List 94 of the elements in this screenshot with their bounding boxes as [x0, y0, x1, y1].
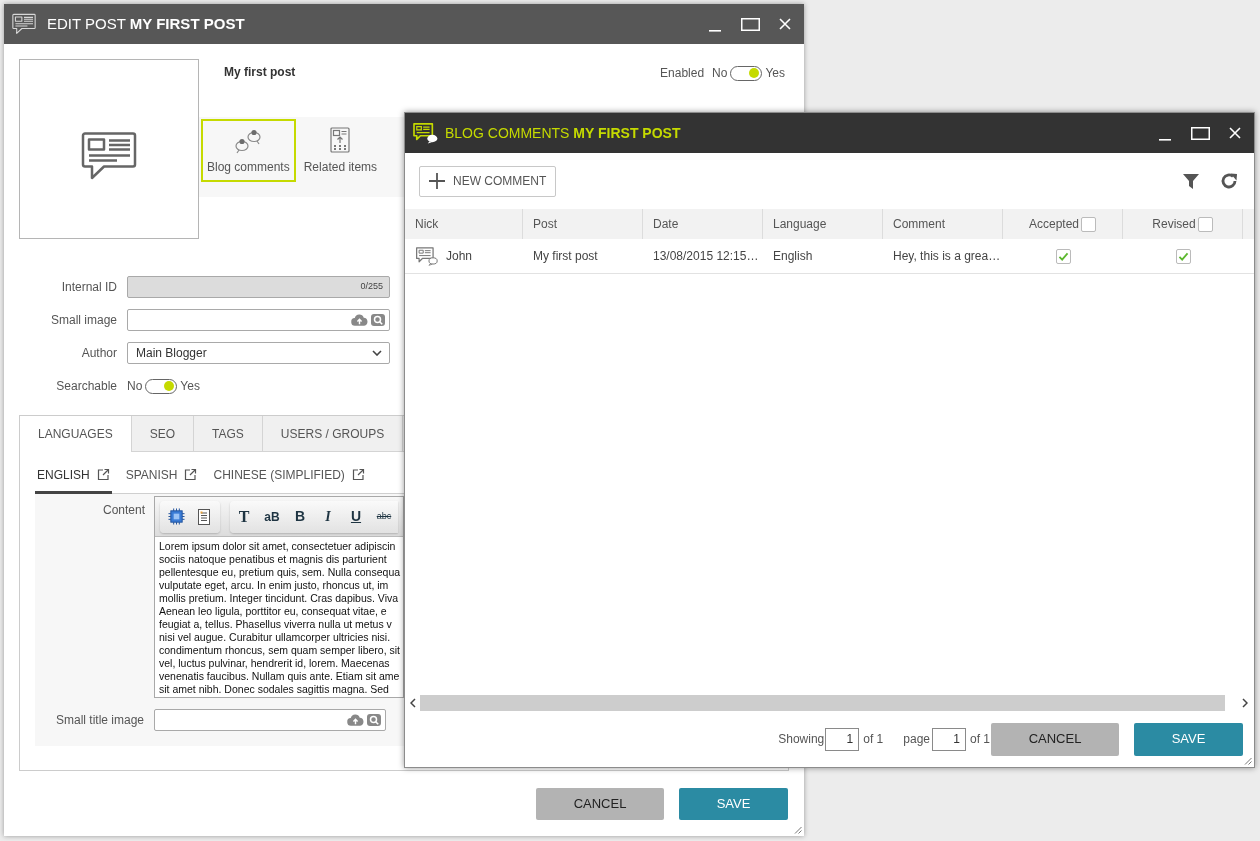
document-icon: [198, 508, 210, 525]
checkbox[interactable]: [1197, 216, 1213, 232]
new-comment-button[interactable]: NEW COMMENT: [419, 165, 557, 197]
external-link-icon: [96, 468, 110, 481]
action-button[interactable]: Related items: [297, 119, 384, 182]
plus-icon: [429, 173, 445, 189]
file-field[interactable]: [127, 309, 390, 331]
comments-icon: [412, 122, 438, 144]
cancel-button[interactable]: CANCEL: [536, 788, 664, 820]
content-field[interactable]: Lorem ipsum dolor sit amet, consectetuer adipiscin sociis natoque penatibus et magnis dis parturient pellentesque eu, pretium quis, sem. Nulla consequa vulputate eget, arcu. In enim justo, rhoncus ut, im mollis pretium. Integer tincidunt. Cras dapibus. Viva Aenean leo ligula, porttitor eu, consequat vitae, e feugiat a, tellus. Phasellus viverra nulla ut metus v nisi vel augue. Curabitur ullamcorper ultricies nisi. condimentum rhoncus, sem quam semper libero, sit vel, luctus pulvinar, hendrerit id, lorem. Maecenas venenatis faucibus. Nullam quis ante. Etiam sit ame sit amet nibh. Donec sodales sagittis magna. Sed: [155, 537, 403, 697]
table-cell-text: Hey, this is a grea…: [893, 248, 1001, 265]
checkbox[interactable]: [1081, 216, 1096, 232]
toolbar-button[interactable]: T: [230, 503, 258, 530]
check-icon: [1177, 251, 1189, 261]
field-label: Small image: [49, 312, 117, 329]
action-button[interactable]: Blog comments: [201, 119, 296, 182]
switch-label: No: [712, 65, 728, 82]
checkbox[interactable]: [1055, 248, 1071, 264]
tab[interactable]: SEO: [131, 416, 195, 452]
field-label: Internal ID: [60, 279, 117, 296]
page-field[interactable]: 1: [932, 727, 966, 751]
news-icon: [81, 131, 137, 181]
switch-label: Yes: [180, 378, 200, 395]
cancel-button[interactable]: CANCEL: [991, 722, 1119, 756]
switch-label: No: [127, 378, 143, 395]
language-tab[interactable]: SPANISH: [123, 458, 200, 494]
table-cell-text: English: [773, 248, 813, 265]
column-header: Language: [773, 216, 827, 233]
pager-label: Showing: [778, 731, 825, 748]
page-field[interactable]: 1: [825, 727, 860, 751]
field-label: Small title image: [54, 712, 144, 729]
column-header: Accepted: [1028, 216, 1079, 233]
cloud-upload-icon[interactable]: [347, 714, 364, 726]
check-icon: [1057, 251, 1069, 261]
table-cell-text: My first post: [533, 248, 598, 265]
resize-grip-icon[interactable]: [794, 826, 802, 834]
minimize-icon: [1159, 139, 1171, 141]
search-icon[interactable]: [371, 314, 385, 326]
chevron-down-icon: [372, 350, 382, 356]
scroll-left-icon[interactable]: [410, 698, 416, 708]
pager-label: page: [903, 731, 930, 748]
toolbar-button[interactable]: U: [342, 503, 370, 530]
column-header: Comment: [893, 216, 945, 233]
maximize-icon: [740, 17, 760, 31]
toolbar-button[interactable]: B: [286, 503, 314, 530]
field-label: Searchable: [55, 378, 117, 395]
tab[interactable]: TAGS: [194, 416, 263, 452]
maximize-icon: [1190, 126, 1210, 140]
external-link-icon: [184, 468, 198, 481]
window-title: EDIT POST MY FIRST POST: [47, 14, 245, 34]
save-button[interactable]: SAVE: [1134, 722, 1243, 756]
window-title: BLOG COMMENTS MY FIRST POST: [445, 123, 681, 143]
news-icon: [12, 13, 36, 35]
tab[interactable]: USERS / GROUPS: [262, 416, 404, 452]
chip-icon: [167, 508, 185, 525]
scroll-right-icon[interactable]: [1242, 698, 1248, 708]
external-link-icon: [351, 468, 365, 481]
column-header: Revised: [1152, 216, 1196, 233]
table-cell-text: 13/08/2015 12:15…: [653, 248, 759, 265]
toolbar-button[interactable]: I: [314, 503, 342, 530]
column-header: Date: [653, 216, 679, 233]
toolbar-button[interactable]: abc: [370, 503, 398, 530]
minimize-icon: [709, 30, 721, 32]
comment-icon: [415, 245, 438, 267]
language-tab[interactable]: CHINESE (SIMPLIFIED): [211, 458, 367, 494]
search-icon[interactable]: [367, 714, 381, 726]
resize-grip-icon[interactable]: [1244, 757, 1252, 765]
cloud-upload-icon[interactable]: [351, 314, 368, 326]
filter-icon[interactable]: [1183, 173, 1199, 189]
field-label: Content: [101, 502, 145, 519]
pager-label: of 1: [970, 731, 990, 748]
column-header: Post: [533, 216, 557, 233]
document-tree-icon: [330, 127, 351, 153]
column-header: Nick: [415, 216, 439, 233]
toggle-switch[interactable]: [145, 378, 178, 394]
switch-label: Yes: [765, 65, 785, 82]
horizontal-scrollbar[interactable]: [420, 695, 1225, 711]
table-cell-text: John: [446, 248, 473, 265]
field-label: Author: [80, 345, 117, 362]
save-button[interactable]: SAVE: [679, 788, 788, 820]
close-icon: [1229, 127, 1241, 139]
chat-bubbles-icon: [233, 127, 264, 154]
pager-label: of 1: [863, 731, 884, 748]
toolbar-button[interactable]: aB: [258, 503, 286, 530]
refresh-icon[interactable]: [1220, 172, 1238, 190]
field-label: Enabled: [660, 65, 705, 82]
tab[interactable]: LANGUAGES: [20, 416, 132, 452]
close-icon: [779, 18, 791, 30]
post-title: My first post: [224, 64, 296, 80]
checkbox[interactable]: [1175, 248, 1191, 264]
file-field[interactable]: [154, 709, 386, 731]
dropdown[interactable]: Main Blogger: [127, 342, 390, 364]
character-counter: 0/255: [360, 280, 383, 294]
toggle-switch[interactable]: [730, 65, 763, 81]
